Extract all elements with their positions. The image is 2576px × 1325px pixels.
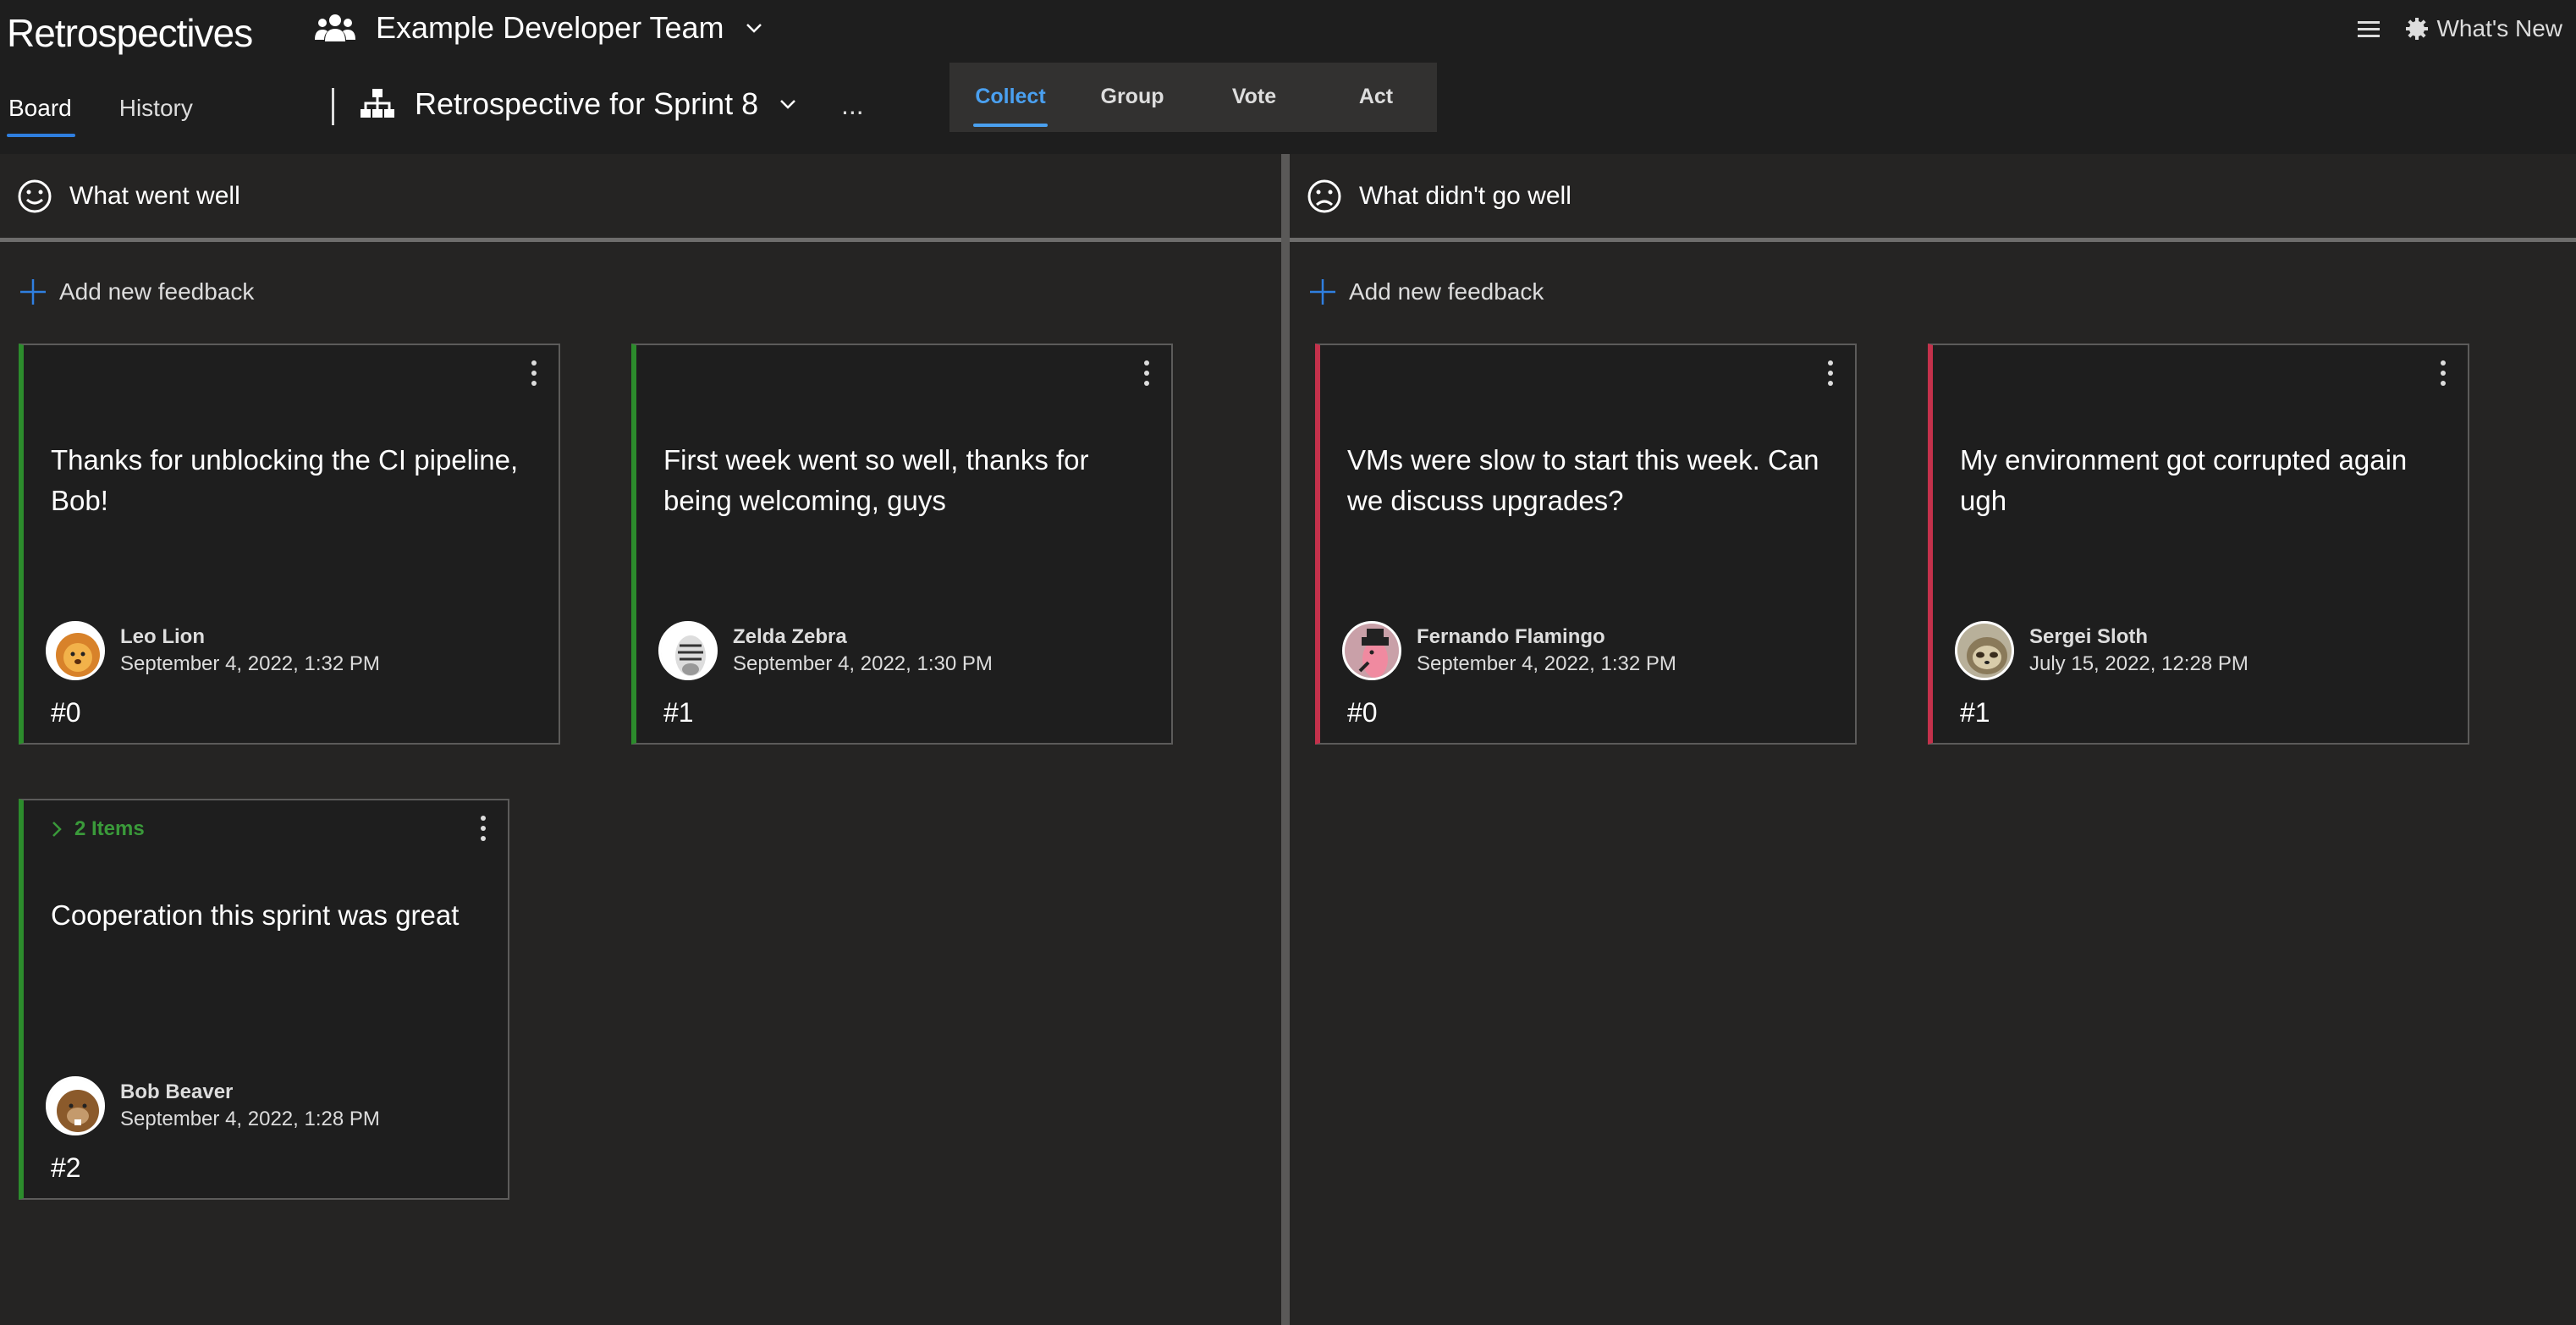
author-name: Bob Beaver (120, 1080, 234, 1103)
column-didnt-go-well: What didn't go well Add new feedback VMs… (1290, 154, 2576, 1325)
plus-icon (1310, 279, 1335, 305)
team-name: Example Developer Team (376, 10, 724, 45)
feedback-card[interactable]: VMs were slow to start this week. Can we… (1315, 344, 1857, 745)
author-date: July 15, 2022, 12:28 PM (2029, 652, 2248, 675)
hamburger-icon[interactable] (2357, 19, 2380, 38)
add-feedback-button[interactable]: Add new feedback (19, 278, 254, 306)
app-title: Retrospectives (7, 11, 253, 55)
card-number: #1 (663, 697, 694, 728)
chevron-right-icon (52, 822, 62, 837)
card-author: Leo Lion September 4, 2022, 1:32 PM (46, 621, 380, 680)
avatar (46, 621, 105, 680)
top-bar: Retrospectives Example Developer Team Wh… (0, 0, 2576, 154)
card-number: #1 (1960, 697, 1990, 728)
column-separator (1281, 154, 1290, 1325)
add-feedback-button[interactable]: Add new feedback (1308, 278, 1544, 306)
author-name: Zelda Zebra (733, 625, 847, 648)
avatar (46, 1076, 105, 1135)
avatar (658, 621, 718, 680)
phase-vote[interactable]: Vote (1193, 63, 1315, 132)
card-text: Thanks for unblocking the CI pipeline, B… (51, 444, 519, 516)
team-selector[interactable]: Example Developer Team (315, 10, 763, 46)
retro-selector[interactable]: Retrospective for Sprint 8 (361, 86, 797, 122)
phase-act[interactable]: Act (1315, 63, 1437, 132)
header-divider (332, 88, 334, 125)
card-menu-icon[interactable] (531, 360, 538, 391)
author-name: Leo Lion (120, 625, 205, 648)
card-number: #2 (51, 1152, 81, 1183)
people-icon (315, 14, 355, 41)
feedback-card[interactable]: My environment got corrupted again ugh S… (1928, 344, 2469, 745)
card-text: My environment got corrupted again ugh (1960, 444, 2408, 516)
hierarchy-icon (361, 89, 394, 118)
card-menu-icon[interactable] (1828, 360, 1835, 391)
add-feedback-label: Add new feedback (59, 278, 255, 305)
author-name: Fernando Flamingo (1417, 625, 1605, 648)
avatar (1342, 621, 1401, 680)
feedback-card-group[interactable]: 2 Items Cooperation this sprint was grea… (19, 799, 509, 1200)
card-author: Zelda Zebra September 4, 2022, 1:30 PM (658, 621, 993, 680)
card-menu-icon[interactable] (2441, 360, 2447, 391)
smile-icon (18, 179, 52, 212)
column-header: What went well (0, 154, 1281, 242)
phase-switcher: Collect Group Vote Act (949, 63, 1437, 132)
top-right-actions: What's New (2357, 15, 2563, 42)
add-feedback-label: Add new feedback (1349, 278, 1544, 305)
card-number: #0 (1347, 697, 1378, 728)
card-number: #0 (51, 697, 81, 728)
author-date: September 4, 2022, 1:32 PM (120, 652, 380, 675)
column-header: What didn't go well (1290, 154, 2576, 242)
gear-icon (2405, 18, 2428, 40)
whats-new-button[interactable]: What's New (2405, 15, 2563, 42)
column-went-well: What went well Add new feedback Thanks f… (0, 154, 1281, 1325)
retro-title: Retrospective for Sprint 8 (415, 86, 759, 121)
author-date: September 4, 2022, 1:28 PM (120, 1108, 380, 1130)
card-author: Sergei Sloth July 15, 2022, 12:28 PM (1955, 621, 2248, 680)
author-name: Sergei Sloth (2029, 625, 2149, 648)
chevron-down-icon (746, 24, 762, 33)
author-date: September 4, 2022, 1:30 PM (733, 652, 993, 675)
more-options-button[interactable]: ... (841, 90, 864, 121)
feedback-card[interactable]: Thanks for unblocking the CI pipeline, B… (19, 344, 560, 745)
card-text: First week went so well, thanks for bein… (663, 444, 1089, 516)
column-title: What went well (69, 181, 240, 210)
tab-board[interactable]: Board (7, 95, 75, 137)
plus-icon (20, 279, 46, 305)
card-author: Fernando Flamingo September 4, 2022, 1:3… (1342, 621, 1676, 680)
author-date: September 4, 2022, 1:32 PM (1417, 652, 1676, 675)
phase-collect[interactable]: Collect (949, 63, 1071, 132)
view-tabs: Board History (7, 95, 193, 137)
card-text: Cooperation this sprint was great (51, 899, 460, 931)
card-author: Bob Beaver September 4, 2022, 1:28 PM (46, 1076, 380, 1135)
column-title: What didn't go well (1359, 181, 1571, 210)
frown-icon (1307, 179, 1341, 212)
card-menu-icon[interactable] (1144, 360, 1151, 391)
tab-history[interactable]: History (119, 95, 193, 137)
card-menu-icon[interactable] (481, 816, 487, 846)
group-count: 2 Items (74, 817, 145, 840)
card-text: VMs were slow to start this week. Can we… (1347, 444, 1819, 516)
group-expand-toggle[interactable]: 2 Items (51, 817, 145, 841)
avatar (1955, 621, 2014, 680)
chevron-down-icon (780, 100, 796, 109)
feedback-card[interactable]: First week went so well, thanks for bein… (631, 344, 1173, 745)
phase-group[interactable]: Group (1071, 63, 1193, 132)
whats-new-label: What's New (2436, 15, 2563, 41)
